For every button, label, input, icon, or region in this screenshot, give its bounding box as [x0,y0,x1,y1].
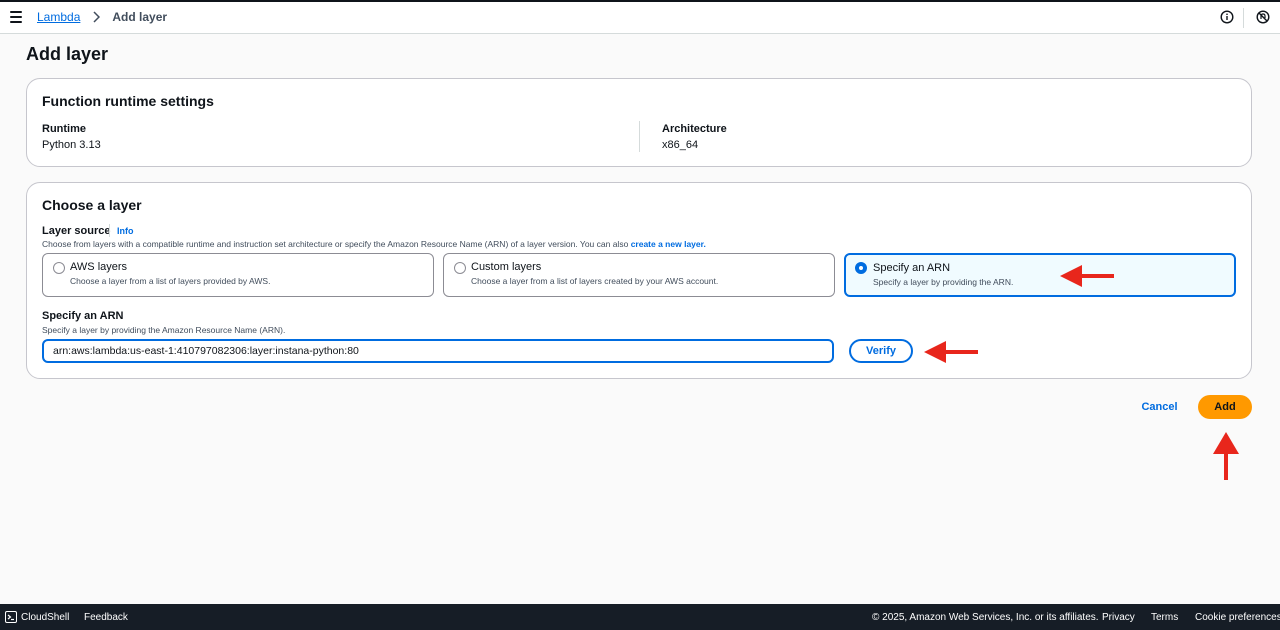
add-button[interactable]: Add [1198,395,1252,419]
notifications-off-icon[interactable] [1256,10,1270,24]
radio-aws-layers[interactable] [53,262,65,274]
privacy-link[interactable]: Privacy [1102,612,1135,623]
create-new-layer-link[interactable]: create a new layer. [631,239,706,249]
arn-field-label: Specify an ARN [42,310,124,322]
choose-layer-title: Choose a layer [42,197,142,213]
arn-field-description: Specify a layer by providing the Amazon … [42,325,286,335]
info-separator [109,224,110,237]
tile-title: Custom layers [471,261,542,273]
breadcrumb: Lambda Add layer [37,10,167,24]
page-title: Add layer [26,44,109,64]
architecture-label: Architecture [662,123,727,135]
tile-description: Choose a layer from a list of layers cre… [471,276,719,286]
chevron-right-icon [88,10,104,24]
radio-specify-arn[interactable] [855,262,867,274]
function-runtime-settings-panel: Function runtime settings Runtime Python… [26,78,1252,167]
terms-link[interactable]: Terms [1151,612,1178,623]
info-icon[interactable] [1220,10,1234,24]
tile-title: AWS layers [70,261,128,273]
tile-aws-layers[interactable]: AWS layers Choose a layer from a list of… [42,253,434,297]
copyright-text: © 2025, Amazon Web Services, Inc. or its… [872,612,1099,623]
runtime-divider [639,121,640,152]
topbar-divider [1243,8,1244,28]
verify-button[interactable]: Verify [849,339,913,363]
annotation-arrow [924,341,978,363]
feedback-link[interactable]: Feedback [84,612,128,623]
tile-description: Specify a layer by providing the ARN. [873,277,1014,287]
architecture-value: x86_64 [662,139,699,151]
arn-input[interactable] [42,339,834,363]
tile-custom-layers[interactable]: Custom layers Choose a layer from a list… [443,253,835,297]
layer-source-label: Layer source [42,225,111,237]
cookie-preferences-link[interactable]: Cookie preferences [1195,612,1280,623]
annotation-arrow [1213,432,1239,480]
tile-title: Specify an ARN [873,262,951,274]
annotation-arrow [1060,265,1114,287]
breadcrumb-lambda-link[interactable]: Lambda [37,10,80,24]
top-navigation-bar: Lambda Add layer [0,0,1280,34]
tile-description: Choose a layer from a list of layers pro… [70,276,271,286]
runtime-panel-title: Function runtime settings [42,93,214,109]
runtime-label: Runtime [42,123,86,135]
cancel-button[interactable]: Cancel [1132,398,1187,416]
info-link[interactable]: Info [117,226,134,236]
runtime-value: Python 3.13 [42,139,101,151]
cloudshell-icon[interactable] [5,611,17,623]
tile-specify-arn[interactable]: Specify an ARN Specify a layer by provid… [844,253,1236,297]
layer-source-description: Choose from layers with a compatible run… [42,239,706,249]
menu-icon[interactable] [10,11,22,23]
cloudshell-link[interactable]: CloudShell [21,612,69,623]
footer: CloudShell Feedback © 2025, Amazon Web S… [0,604,1280,630]
layer-source-desc-text: Choose from layers with a compatible run… [42,239,629,249]
breadcrumb-current: Add layer [112,10,168,24]
radio-custom-layers[interactable] [454,262,466,274]
